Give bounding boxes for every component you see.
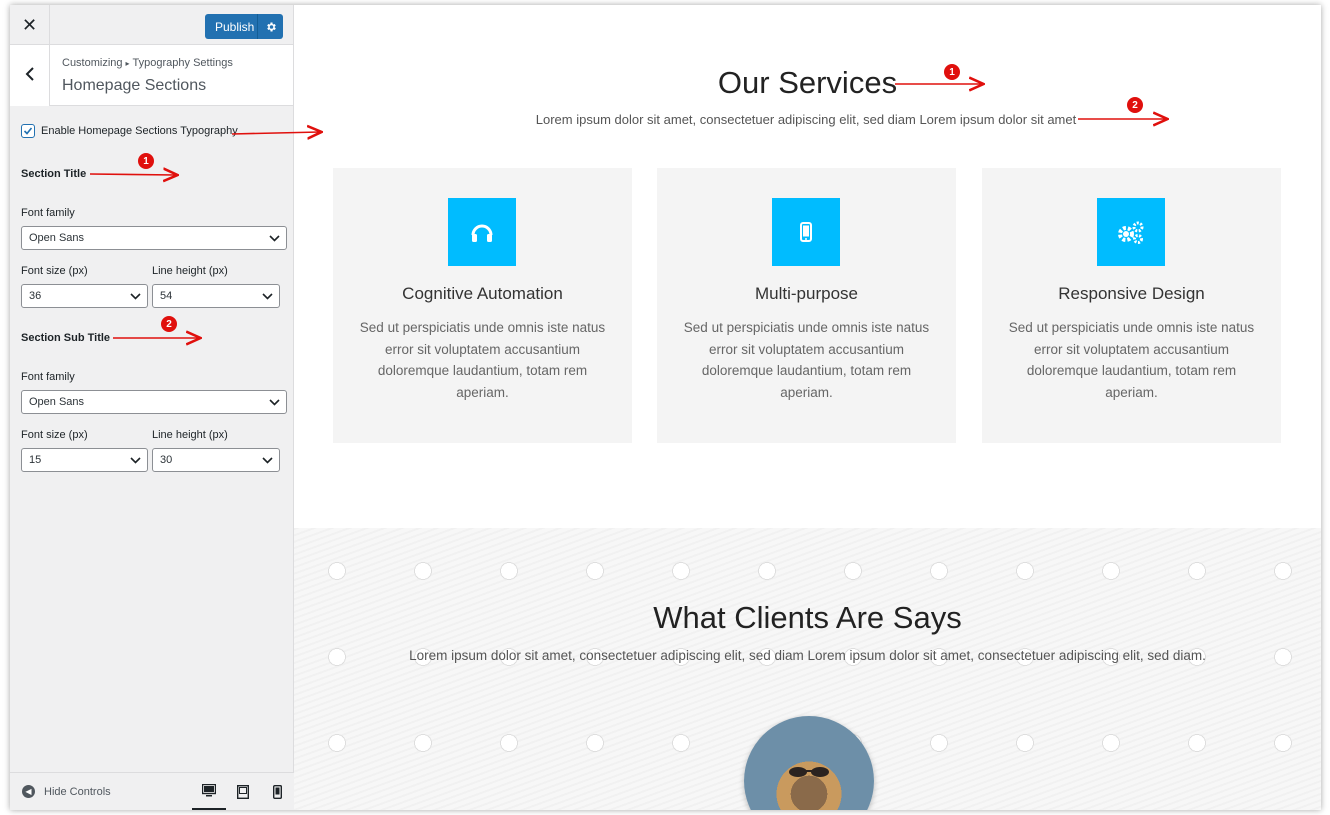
site-preview: Our Services Lorem ipsum dolor sit amet,…: [294, 5, 1321, 810]
title-font-size-value: 36: [29, 290, 42, 302]
tablet-preview-button[interactable]: [226, 773, 260, 810]
clients-section: What Clients Are Says Lorem ipsum dolor …: [294, 528, 1321, 810]
chevron-left-icon: [24, 65, 36, 86]
annotation-badge-2: 2: [1127, 97, 1143, 113]
section-header: Customizing ▸ Typography Settings Homepage…: [10, 45, 293, 106]
service-card: Multi-purpose Sed ut perspiciatis unde o…: [657, 168, 956, 443]
publish-settings-gear-icon[interactable]: [257, 14, 283, 39]
annotation-badge-1: 1: [944, 64, 960, 80]
chevron-down-icon: [269, 231, 280, 248]
breadcrumb-separator-icon: ▸: [125, 59, 130, 68]
mobile-preview-button[interactable]: [260, 773, 294, 810]
service-card-description: Sed ut perspiciatis unde omnis iste natu…: [683, 320, 930, 400]
breadcrumb-root: Customizing: [62, 57, 123, 69]
publish-button[interactable]: Publish: [205, 14, 283, 39]
title-font-family-select[interactable]: Open Sans: [21, 226, 287, 250]
mobile-icon: [272, 785, 282, 799]
breadcrumb: Customizing ▸ Typography Settings: [62, 57, 233, 69]
customizer-window: ✕ Publish Customizing ▸ Typography Setting…: [10, 5, 1321, 810]
title-font-size-select[interactable]: 36: [21, 284, 148, 308]
collapse-icon: ◀: [22, 785, 35, 798]
clients-title: What Clients Are Says: [653, 600, 962, 635]
title-line-height-value: 54: [160, 290, 173, 302]
hide-controls-label: Hide Controls: [44, 785, 111, 798]
close-button[interactable]: ✕: [10, 5, 50, 45]
annotation-badge-2: 2: [161, 316, 177, 332]
clients-subtitle: Lorem ipsum dolor sit amet, consectetuer…: [409, 648, 1206, 663]
service-card-title: Responsive Design: [1058, 284, 1205, 303]
tablet-icon: [237, 785, 249, 799]
title-font-family-label: Font family: [21, 207, 75, 219]
subtitle-line-height-label: Line height (px): [152, 429, 228, 441]
title-line-height-select[interactable]: 54: [152, 284, 280, 308]
title-line-height-label: Line height (px): [152, 265, 228, 277]
services-title: Our Services: [717, 65, 898, 100]
enable-typography-label: Enable Homepage Sections Typography: [41, 125, 238, 137]
subtitle-font-family-select[interactable]: Open Sans: [21, 390, 287, 414]
gears-icon: [1097, 198, 1165, 266]
subtitle-font-size-label: Font size (px): [21, 429, 88, 441]
sidebar-footer: ◀ Hide Controls: [10, 772, 294, 810]
client-avatar: [744, 716, 874, 810]
customizer-sidebar: ✕ Publish Customizing ▸ Typography Setting…: [10, 5, 294, 810]
mobile-phone-icon: [772, 198, 840, 266]
back-button[interactable]: [10, 45, 50, 106]
breadcrumb-child: Typography Settings: [132, 57, 233, 69]
chevron-down-icon: [262, 289, 273, 306]
sidebar-topbar: ✕ Publish: [10, 5, 293, 45]
subtitle-font-size-select[interactable]: 15: [21, 448, 148, 472]
enable-typography-checkbox[interactable]: [21, 124, 35, 138]
desktop-icon: [202, 784, 216, 797]
section-subtitle-heading: Section Sub Title: [21, 332, 111, 344]
service-card-title: Cognitive Automation: [402, 284, 563, 303]
subtitle-font-family-label: Font family: [21, 371, 75, 383]
service-card-description: Sed ut perspiciatis unde omnis iste natu…: [1008, 320, 1255, 400]
title-font-size-label: Font size (px): [21, 265, 88, 277]
section-title: Homepage Sections: [62, 77, 207, 94]
chevron-down-icon: [269, 395, 280, 412]
subtitle-line-height-select[interactable]: 30: [152, 448, 280, 472]
section-title-heading: Section Title: [21, 168, 87, 180]
subtitle-font-size-value: 15: [29, 454, 42, 466]
close-icon: ✕: [21, 14, 38, 35]
enable-typography-checkbox-row[interactable]: Enable Homepage Sections Typography: [21, 124, 238, 138]
chevron-down-icon: [262, 453, 273, 470]
services-subtitle: Lorem ipsum dolor sit amet, consectetuer…: [535, 112, 1077, 127]
annotation-badge-1: 1: [138, 153, 154, 169]
subtitle-font-family-value: Open Sans: [29, 396, 85, 408]
service-card: Cognitive Automation Sed ut perspiciatis…: [333, 168, 632, 443]
subtitle-line-height-value: 30: [160, 454, 173, 466]
hide-controls-button[interactable]: ◀ Hide Controls: [22, 785, 111, 798]
chevron-down-icon: [130, 289, 141, 306]
publish-label: Publish: [215, 19, 255, 34]
chevron-down-icon: [130, 453, 141, 470]
service-card-description: Sed ut perspiciatis unde omnis iste natu…: [359, 320, 606, 400]
title-font-family-value: Open Sans: [29, 232, 85, 244]
headphones-icon: [448, 198, 516, 266]
desktop-preview-button[interactable]: [192, 773, 226, 810]
service-card-title: Multi-purpose: [755, 284, 858, 303]
service-card: Responsive Design Sed ut perspiciatis un…: [982, 168, 1281, 443]
